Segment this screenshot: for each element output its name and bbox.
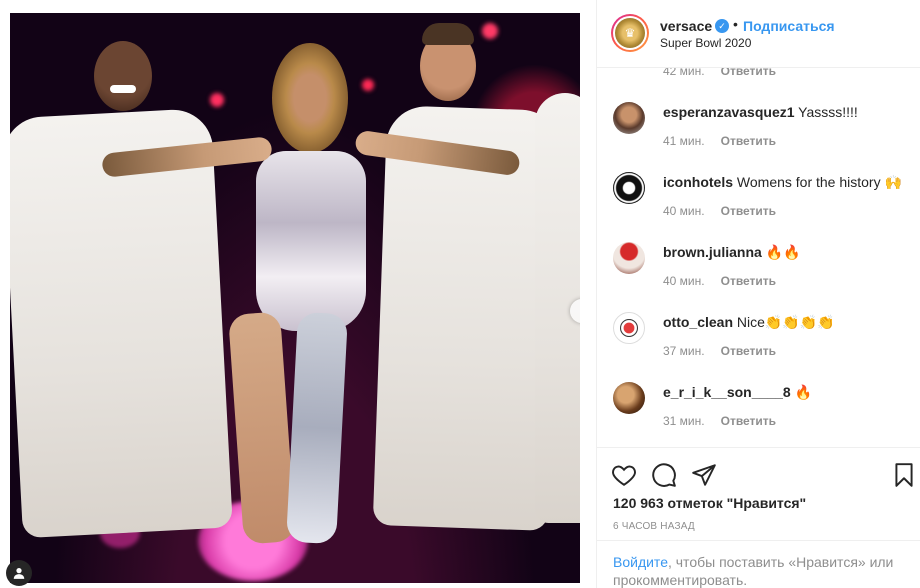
comment-item: iconhotels Womens for the history 🙌 40 м… xyxy=(597,166,920,236)
login-link[interactable]: Войдите xyxy=(613,554,668,570)
reply-button[interactable]: Ответить xyxy=(721,274,776,288)
comment-time: 40 мин. xyxy=(663,204,705,218)
verified-icon: ✓ xyxy=(715,19,729,33)
comment-meta: 42 мин. Ответить xyxy=(663,68,776,78)
comment-meta: 41 мин. Ответить xyxy=(663,134,776,148)
comment-item: otto_clean Nice👏👏👏👏 37 мин. Ответить xyxy=(597,306,920,376)
comment-text: esperanzavasquez1 Yassss!!!! xyxy=(663,104,858,120)
comment-time: 42 мин. xyxy=(663,68,705,78)
comment-meta: 40 мин. Ответить xyxy=(663,204,776,218)
comment-item: esperanzavasquez1 Yassss!!!! 41 мин. Отве… xyxy=(597,96,920,166)
login-prompt: Войдите, чтобы поставить «Нравится» или … xyxy=(597,540,920,588)
comment-time: 31 мин. xyxy=(663,414,705,428)
comment-text: iconhotels Womens for the history 🙌 xyxy=(663,174,902,190)
likes-count[interactable]: 120 963 отметок "Нравится" xyxy=(613,495,806,511)
commenter-username[interactable]: otto_clean xyxy=(663,314,733,330)
header-separator: • xyxy=(733,16,738,32)
reply-button[interactable]: Ответить xyxy=(721,414,776,428)
post-location[interactable]: Super Bowl 2020 xyxy=(660,36,751,50)
tagged-users-button[interactable] xyxy=(6,560,32,586)
comment-meta: 31 мин. Ответить xyxy=(663,414,776,428)
comment-item: e_r_i_k__son____8 🔥 31 мин. Ответить xyxy=(597,376,920,440)
commenter-username[interactable]: iconhotels xyxy=(663,174,733,190)
commenter-avatar[interactable] xyxy=(613,242,645,274)
comment-text: otto_clean Nice👏👏👏👏 xyxy=(663,314,835,330)
reply-button[interactable]: Ответить xyxy=(721,204,776,218)
comment-time: 41 мин. xyxy=(663,134,705,148)
commenter-avatar[interactable] xyxy=(613,172,645,204)
share-icon[interactable] xyxy=(691,462,717,488)
follow-button[interactable]: Подписаться xyxy=(743,18,835,34)
reply-button[interactable]: Ответить xyxy=(721,344,776,358)
commenter-avatar[interactable] xyxy=(613,382,645,414)
post-sidebar: ♛ versace ✓ • Подписаться Super Bowl 202… xyxy=(596,0,920,588)
comment-meta: 37 мин. Ответить xyxy=(663,344,776,358)
comment-text: e_r_i_k__son____8 🔥 xyxy=(663,384,812,400)
comment-meta: 40 мин. Ответить xyxy=(663,274,776,288)
chevron-right-icon: › xyxy=(579,302,580,320)
author-username[interactable]: versace xyxy=(660,18,712,34)
comment-item: brown.julianna 🔥🔥 40 мин. Ответить xyxy=(597,236,920,306)
instagram-post-view: › ♛ versace ✓ • Подписаться Super Bowl 2… xyxy=(0,0,920,588)
commenter-username[interactable]: brown.julianna xyxy=(663,244,762,260)
comment-text: brown.julianna 🔥🔥 xyxy=(663,244,801,260)
comment-icon[interactable] xyxy=(651,462,677,488)
media-area: › xyxy=(0,0,596,588)
commenter-username[interactable]: esperanzavasquez1 xyxy=(663,104,795,120)
comments-list[interactable]: 42 мин. Ответить esperanzavasquez1 Yassss… xyxy=(597,68,920,440)
comment-time: 37 мин. xyxy=(663,344,705,358)
reply-button[interactable]: Ответить xyxy=(721,68,776,78)
post-timestamp[interactable]: 6 ЧАСОВ НАЗАД xyxy=(613,521,695,532)
post-actions: 120 963 отметок "Нравится" 6 ЧАСОВ НАЗАД… xyxy=(597,447,920,588)
login-prompt-text: Войдите, чтобы поставить «Нравится» или … xyxy=(613,554,894,588)
reply-button[interactable]: Ответить xyxy=(721,134,776,148)
commenter-username[interactable]: e_r_i_k__son____8 xyxy=(663,384,791,400)
bookmark-icon[interactable] xyxy=(891,462,917,488)
post-header: ♛ versace ✓ • Подписаться Super Bowl 202… xyxy=(597,0,920,68)
commenter-avatar[interactable] xyxy=(613,312,645,344)
heart-icon[interactable] xyxy=(611,462,637,488)
user-icon xyxy=(13,568,25,579)
comment-time: 40 мин. xyxy=(663,274,705,288)
author-avatar[interactable]: ♛ xyxy=(611,14,649,52)
post-photo[interactable]: › xyxy=(10,13,580,583)
commenter-avatar[interactable] xyxy=(613,102,645,134)
